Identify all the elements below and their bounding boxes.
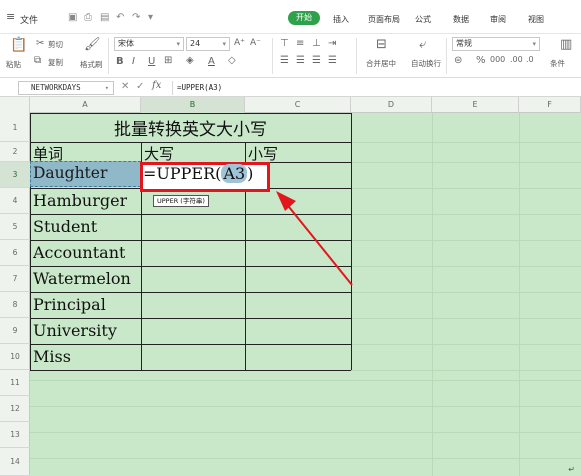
- arrow-head: [276, 191, 296, 211]
- annotation-arrow: [276, 191, 353, 286]
- paragraph-mark-icon: ↵: [568, 465, 575, 474]
- arrow-shaft: [284, 201, 353, 286]
